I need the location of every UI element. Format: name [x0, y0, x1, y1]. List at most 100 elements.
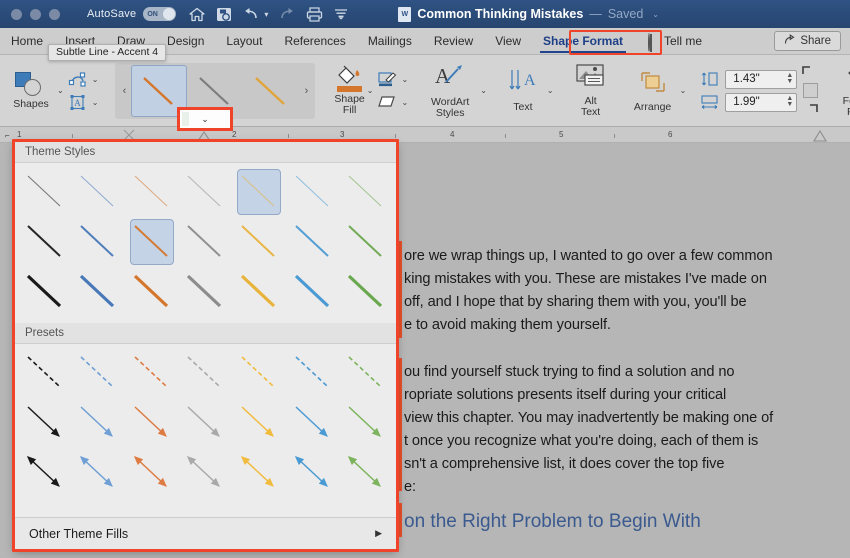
text-button[interactable]: A Text	[501, 68, 545, 113]
theme-style-cell-r2-c6[interactable]	[339, 267, 393, 317]
theme-style-cell-r2-c0[interactable]	[18, 267, 72, 317]
preset-cell-r1-c4[interactable]	[232, 398, 286, 448]
preset-cell-r0-c1[interactable]	[72, 348, 126, 398]
theme-style-cell-r2-c3[interactable]	[179, 267, 233, 317]
theme-style-cell-r1-c0[interactable]	[18, 217, 72, 267]
shapes-caret-icon[interactable]: ⌄	[57, 86, 64, 95]
preset-cell-r1-c0[interactable]	[18, 398, 72, 448]
undo-icon[interactable]	[243, 7, 259, 21]
theme-style-cell-r0-c6[interactable]	[339, 167, 393, 217]
redo-icon[interactable]	[279, 7, 295, 21]
shape-outline-caret-icon[interactable]: ⌄	[401, 75, 408, 84]
maximize-window-button[interactable]	[49, 8, 60, 20]
arrange-button[interactable]: Arrange	[628, 69, 678, 113]
shape-styles-more-button[interactable]: ⌄	[180, 110, 230, 128]
shape-width-stepper[interactable]: ▲ ▼	[786, 95, 793, 108]
shape-height-input[interactable]: 1.43" ▲ ▼	[725, 69, 798, 89]
theme-style-cell-r0-c2[interactable]	[125, 167, 179, 217]
share-button[interactable]: Share	[774, 31, 841, 51]
gallery-prev-icon[interactable]: ‹	[117, 85, 131, 97]
document-heading[interactable]: on the Right Problem to Begin With	[404, 510, 701, 534]
tab-mailings[interactable]: Mailings	[357, 28, 423, 55]
paragraph-2-line-1[interactable]: ou find yourself stuck trying to find a …	[404, 362, 734, 384]
theme-style-cell-r2-c4[interactable]	[232, 267, 286, 317]
theme-style-cell-r2-c1[interactable]	[72, 267, 126, 317]
theme-style-cell-r1-c5[interactable]	[286, 217, 340, 267]
theme-style-cell-r0-c5[interactable]	[286, 167, 340, 217]
alt-text-button[interactable]: Alt Text	[568, 63, 614, 118]
paragraph-2-line-3[interactable]: view this chapter. You may inadvertently…	[404, 408, 773, 430]
gallery-item-2[interactable]	[243, 65, 299, 117]
preset-cell-r0-c0[interactable]	[18, 348, 72, 398]
preset-cell-r2-c1[interactable]	[72, 448, 126, 498]
shape-effects-button[interactable]: ⌄	[377, 94, 408, 111]
preset-cell-r2-c0[interactable]	[18, 448, 72, 498]
paragraph-2-line-6[interactable]: e:	[404, 477, 416, 499]
preset-cell-r0-c5[interactable]	[286, 348, 340, 398]
paragraph-1-line-3[interactable]: off, and I hope that by sharing them wit…	[404, 292, 747, 314]
tab-layout[interactable]: Layout	[215, 28, 273, 55]
edit-shape-caret-icon[interactable]: ⌄	[92, 75, 99, 84]
preset-cell-r2-c3[interactable]	[179, 448, 233, 498]
wordart-caret-icon[interactable]: ⌄	[480, 86, 487, 95]
theme-style-cell-r0-c3[interactable]	[179, 167, 233, 217]
customize-toolbar-icon[interactable]	[334, 8, 348, 20]
preset-cell-r0-c4[interactable]	[232, 348, 286, 398]
shape-width-input[interactable]: 1.99" ▲ ▼	[725, 92, 798, 112]
save-sync-icon[interactable]	[216, 7, 232, 22]
print-icon[interactable]	[306, 6, 323, 22]
autosave-toggle[interactable]: ON	[143, 7, 177, 21]
paragraph-1-line-2[interactable]: king mistakes with you. These are mistak…	[404, 269, 767, 291]
crop-button[interactable]	[802, 63, 819, 118]
paragraph-2-line-5[interactable]: sn't a comprehensive list, it does cover…	[404, 454, 724, 476]
home-icon[interactable]	[189, 7, 205, 22]
shape-styles-dropdown-panel[interactable]: Theme Styles Presets Other Theme Fills ▶	[14, 141, 397, 550]
theme-style-cell-r1-c1[interactable]	[72, 217, 126, 267]
theme-styles-grid[interactable]	[15, 163, 396, 323]
preset-cell-r1-c6[interactable]	[339, 398, 393, 448]
theme-style-cell-r2-c2[interactable]	[125, 267, 179, 317]
left-tab-icon[interactable]: ⌐	[5, 131, 10, 140]
paragraph-1-line-4[interactable]: e to avoid making them yourself.	[404, 315, 611, 337]
tab-references[interactable]: References	[273, 28, 356, 55]
window-controls[interactable]	[11, 8, 60, 20]
save-status-caret-icon[interactable]: ⌄	[652, 10, 659, 19]
preset-cell-r2-c2[interactable]	[125, 448, 179, 498]
paragraph-1-line-1[interactable]: ore we wrap things up, I wanted to go ov…	[404, 246, 773, 268]
shape-fill-caret-icon[interactable]: ⌄	[367, 86, 374, 95]
undo-caret-icon[interactable]: ▾	[264, 10, 268, 19]
theme-style-cell-r0-c1[interactable]	[72, 167, 126, 217]
gallery-item-1[interactable]	[187, 65, 243, 117]
shape-effects-caret-icon[interactable]: ⌄	[401, 98, 408, 107]
tab-review[interactable]: Review	[423, 28, 484, 55]
preset-cell-r1-c2[interactable]	[125, 398, 179, 448]
preset-cell-r2-c6[interactable]	[339, 448, 393, 498]
other-theme-fills-item[interactable]: Other Theme Fills ▶	[15, 517, 396, 549]
preset-cell-r0-c2[interactable]	[125, 348, 179, 398]
theme-style-cell-r0-c4[interactable]	[232, 167, 286, 217]
text-caret-icon[interactable]: ⌄	[547, 86, 554, 95]
gallery-next-icon[interactable]: ›	[299, 85, 313, 97]
theme-style-cell-r1-c2[interactable]	[125, 217, 179, 267]
close-window-button[interactable]	[11, 8, 22, 20]
theme-style-cell-r1-c3[interactable]	[179, 217, 233, 267]
shapes-button[interactable]: Shapes	[7, 71, 55, 110]
preset-cell-r2-c5[interactable]	[286, 448, 340, 498]
preset-cell-r1-c5[interactable]	[286, 398, 340, 448]
preset-cell-r0-c6[interactable]	[339, 348, 393, 398]
presets-grid[interactable]	[15, 344, 396, 504]
text-box-caret-icon[interactable]: ⌄	[92, 98, 99, 107]
theme-style-cell-r1-c6[interactable]	[339, 217, 393, 267]
tab-home[interactable]: Home	[0, 28, 54, 55]
minimize-window-button[interactable]	[30, 8, 41, 20]
shape-fill-button[interactable]: Shape Fill	[334, 65, 365, 116]
preset-cell-r1-c1[interactable]	[72, 398, 126, 448]
tell-me-button[interactable]: Tell me	[648, 33, 702, 52]
arrange-caret-icon[interactable]: ⌄	[680, 86, 687, 95]
theme-style-cell-r2-c5[interactable]	[286, 267, 340, 317]
gallery-item-0[interactable]	[131, 64, 188, 117]
theme-style-cell-r0-c0[interactable]	[18, 167, 72, 217]
text-box-button[interactable]: A ⌄	[68, 94, 99, 111]
preset-cell-r2-c4[interactable]	[232, 448, 286, 498]
shape-height-stepper[interactable]: ▲ ▼	[786, 72, 793, 85]
